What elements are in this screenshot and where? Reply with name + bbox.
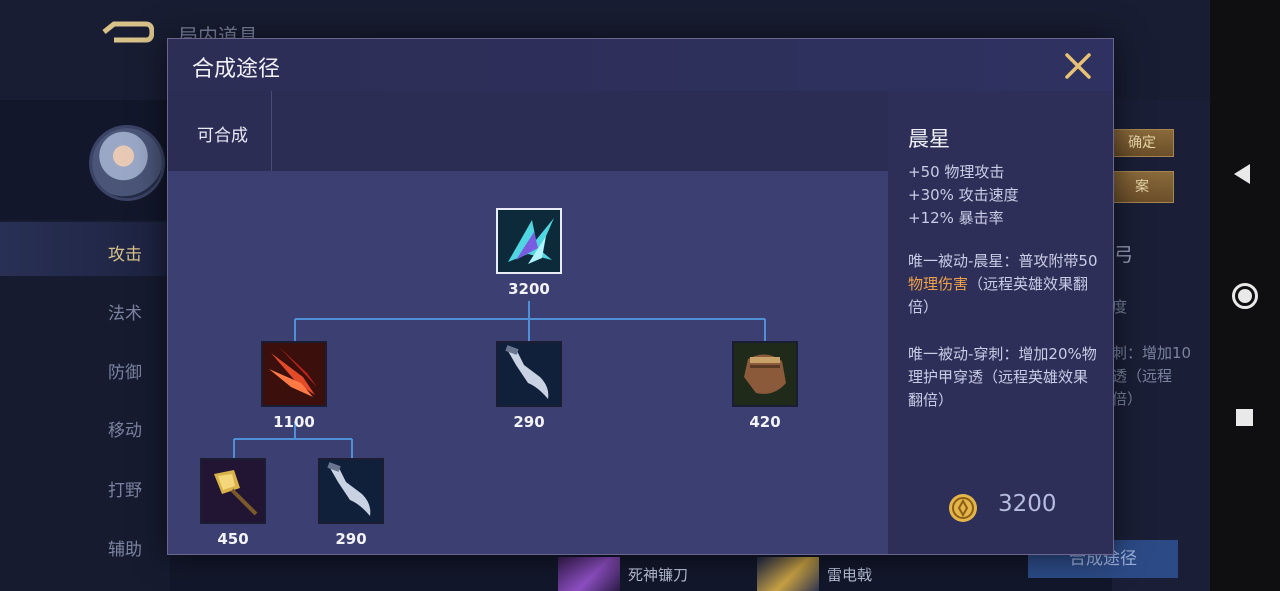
thunder-halberd-item-icon xyxy=(757,557,819,591)
confirm-button[interactable]: 确定 xyxy=(1110,129,1174,157)
modal-title: 合成途径 xyxy=(192,57,281,82)
item-stat: +50 物理攻击 xyxy=(908,163,1005,181)
category-movement[interactable]: 移动 xyxy=(108,416,142,441)
background-item-desc-line: 刺：增加10 xyxy=(1112,344,1192,362)
recipe-node-component[interactable]: 290 xyxy=(496,341,562,431)
category-defense[interactable]: 防御 xyxy=(108,358,142,383)
recipe-price: 290 xyxy=(513,413,545,431)
nav-recent-apps-icon[interactable] xyxy=(1236,409,1253,426)
curved-dagger-icon xyxy=(318,458,384,524)
bottom-item-sickle[interactable]: 死神镰刀 xyxy=(558,557,688,591)
item-stat: +12% 暴击率 xyxy=(908,209,1004,227)
close-icon[interactable] xyxy=(1063,51,1093,81)
golden-hammer-icon xyxy=(200,458,266,524)
back-arrow-icon[interactable] xyxy=(100,18,154,46)
modal-tabs: 可合成 xyxy=(168,91,888,171)
bottom-item-thunder[interactable]: 雷电戟 xyxy=(757,557,872,591)
recipe-price: 1100 xyxy=(273,413,315,431)
background-item-desc-line: 透（远程 xyxy=(1112,367,1173,385)
item-passive-pierce: 唯一被动-穿刺：增加20%物理护甲穿透（远程英雄效果翻倍） xyxy=(908,345,1097,409)
item-detail-panel: 晨星 +50 物理攻击 +30% 攻击速度 +12% 暴击率 唯一被动-晨星：普… xyxy=(888,91,1113,554)
passive-highlight: 物理伤害 xyxy=(908,275,969,293)
bottom-item-label: 雷电戟 xyxy=(827,565,873,584)
nav-home-icon[interactable] xyxy=(1232,283,1258,309)
red-claw-blade-icon xyxy=(261,341,327,407)
category-magic[interactable]: 法术 xyxy=(108,299,142,324)
gold-coin-icon xyxy=(949,494,977,522)
bottom-item-label: 死神镰刀 xyxy=(628,565,689,584)
category-attack[interactable]: 攻击 xyxy=(108,240,142,265)
tab-can-synthesize[interactable]: 可合成 xyxy=(168,91,272,171)
nav-back-icon[interactable] xyxy=(1234,164,1250,184)
recipe-price: 3200 xyxy=(508,280,550,298)
plan-button[interactable]: 案 xyxy=(1110,171,1174,203)
item-total-price: 3200 xyxy=(998,491,1057,517)
category-active-highlight xyxy=(0,222,170,276)
recipe-tree: 3200 1100 290 420 450 290 xyxy=(168,171,888,554)
recipe-node-component[interactable]: 1100 xyxy=(261,341,327,431)
background-item-stat: 度 xyxy=(1112,298,1128,316)
recipe-node-root[interactable]: 3200 xyxy=(496,208,562,298)
recipe-price: 420 xyxy=(749,413,781,431)
recipe-node-component[interactable]: 450 xyxy=(200,458,266,548)
curved-dagger-icon xyxy=(496,341,562,407)
category-jungle[interactable]: 打野 xyxy=(108,476,142,501)
item-name: 晨星 xyxy=(908,127,950,151)
passive-text: 唯一被动-晨星：普攻附带50 xyxy=(908,252,1098,270)
recipe-node-component[interactable]: 290 xyxy=(318,458,384,548)
recipe-price: 450 xyxy=(217,530,249,548)
synthesis-path-modal: 合成途径 可合成 3200 1100 290 420 450 290 晨星 +5… xyxy=(167,38,1114,555)
sickle-item-icon xyxy=(558,557,620,591)
recipe-node-component[interactable]: 420 xyxy=(732,341,798,431)
brawler-fist-icon xyxy=(732,341,798,407)
category-support[interactable]: 辅助 xyxy=(108,535,142,560)
background-item-name: 弓 xyxy=(1114,244,1134,266)
item-stat: +30% 攻击速度 xyxy=(908,186,1019,204)
item-passive-morning-star: 唯一被动-晨星：普攻附带50物理伤害（远程英雄效果翻倍） xyxy=(908,250,1098,319)
tab-label: 可合成 xyxy=(197,126,248,146)
background-item-desc-line: 倍） xyxy=(1112,390,1143,408)
hero-avatar[interactable] xyxy=(92,128,162,198)
morning-star-icon xyxy=(496,208,562,274)
recipe-price: 290 xyxy=(335,530,367,548)
modal-header: 合成途径 xyxy=(168,39,1113,92)
